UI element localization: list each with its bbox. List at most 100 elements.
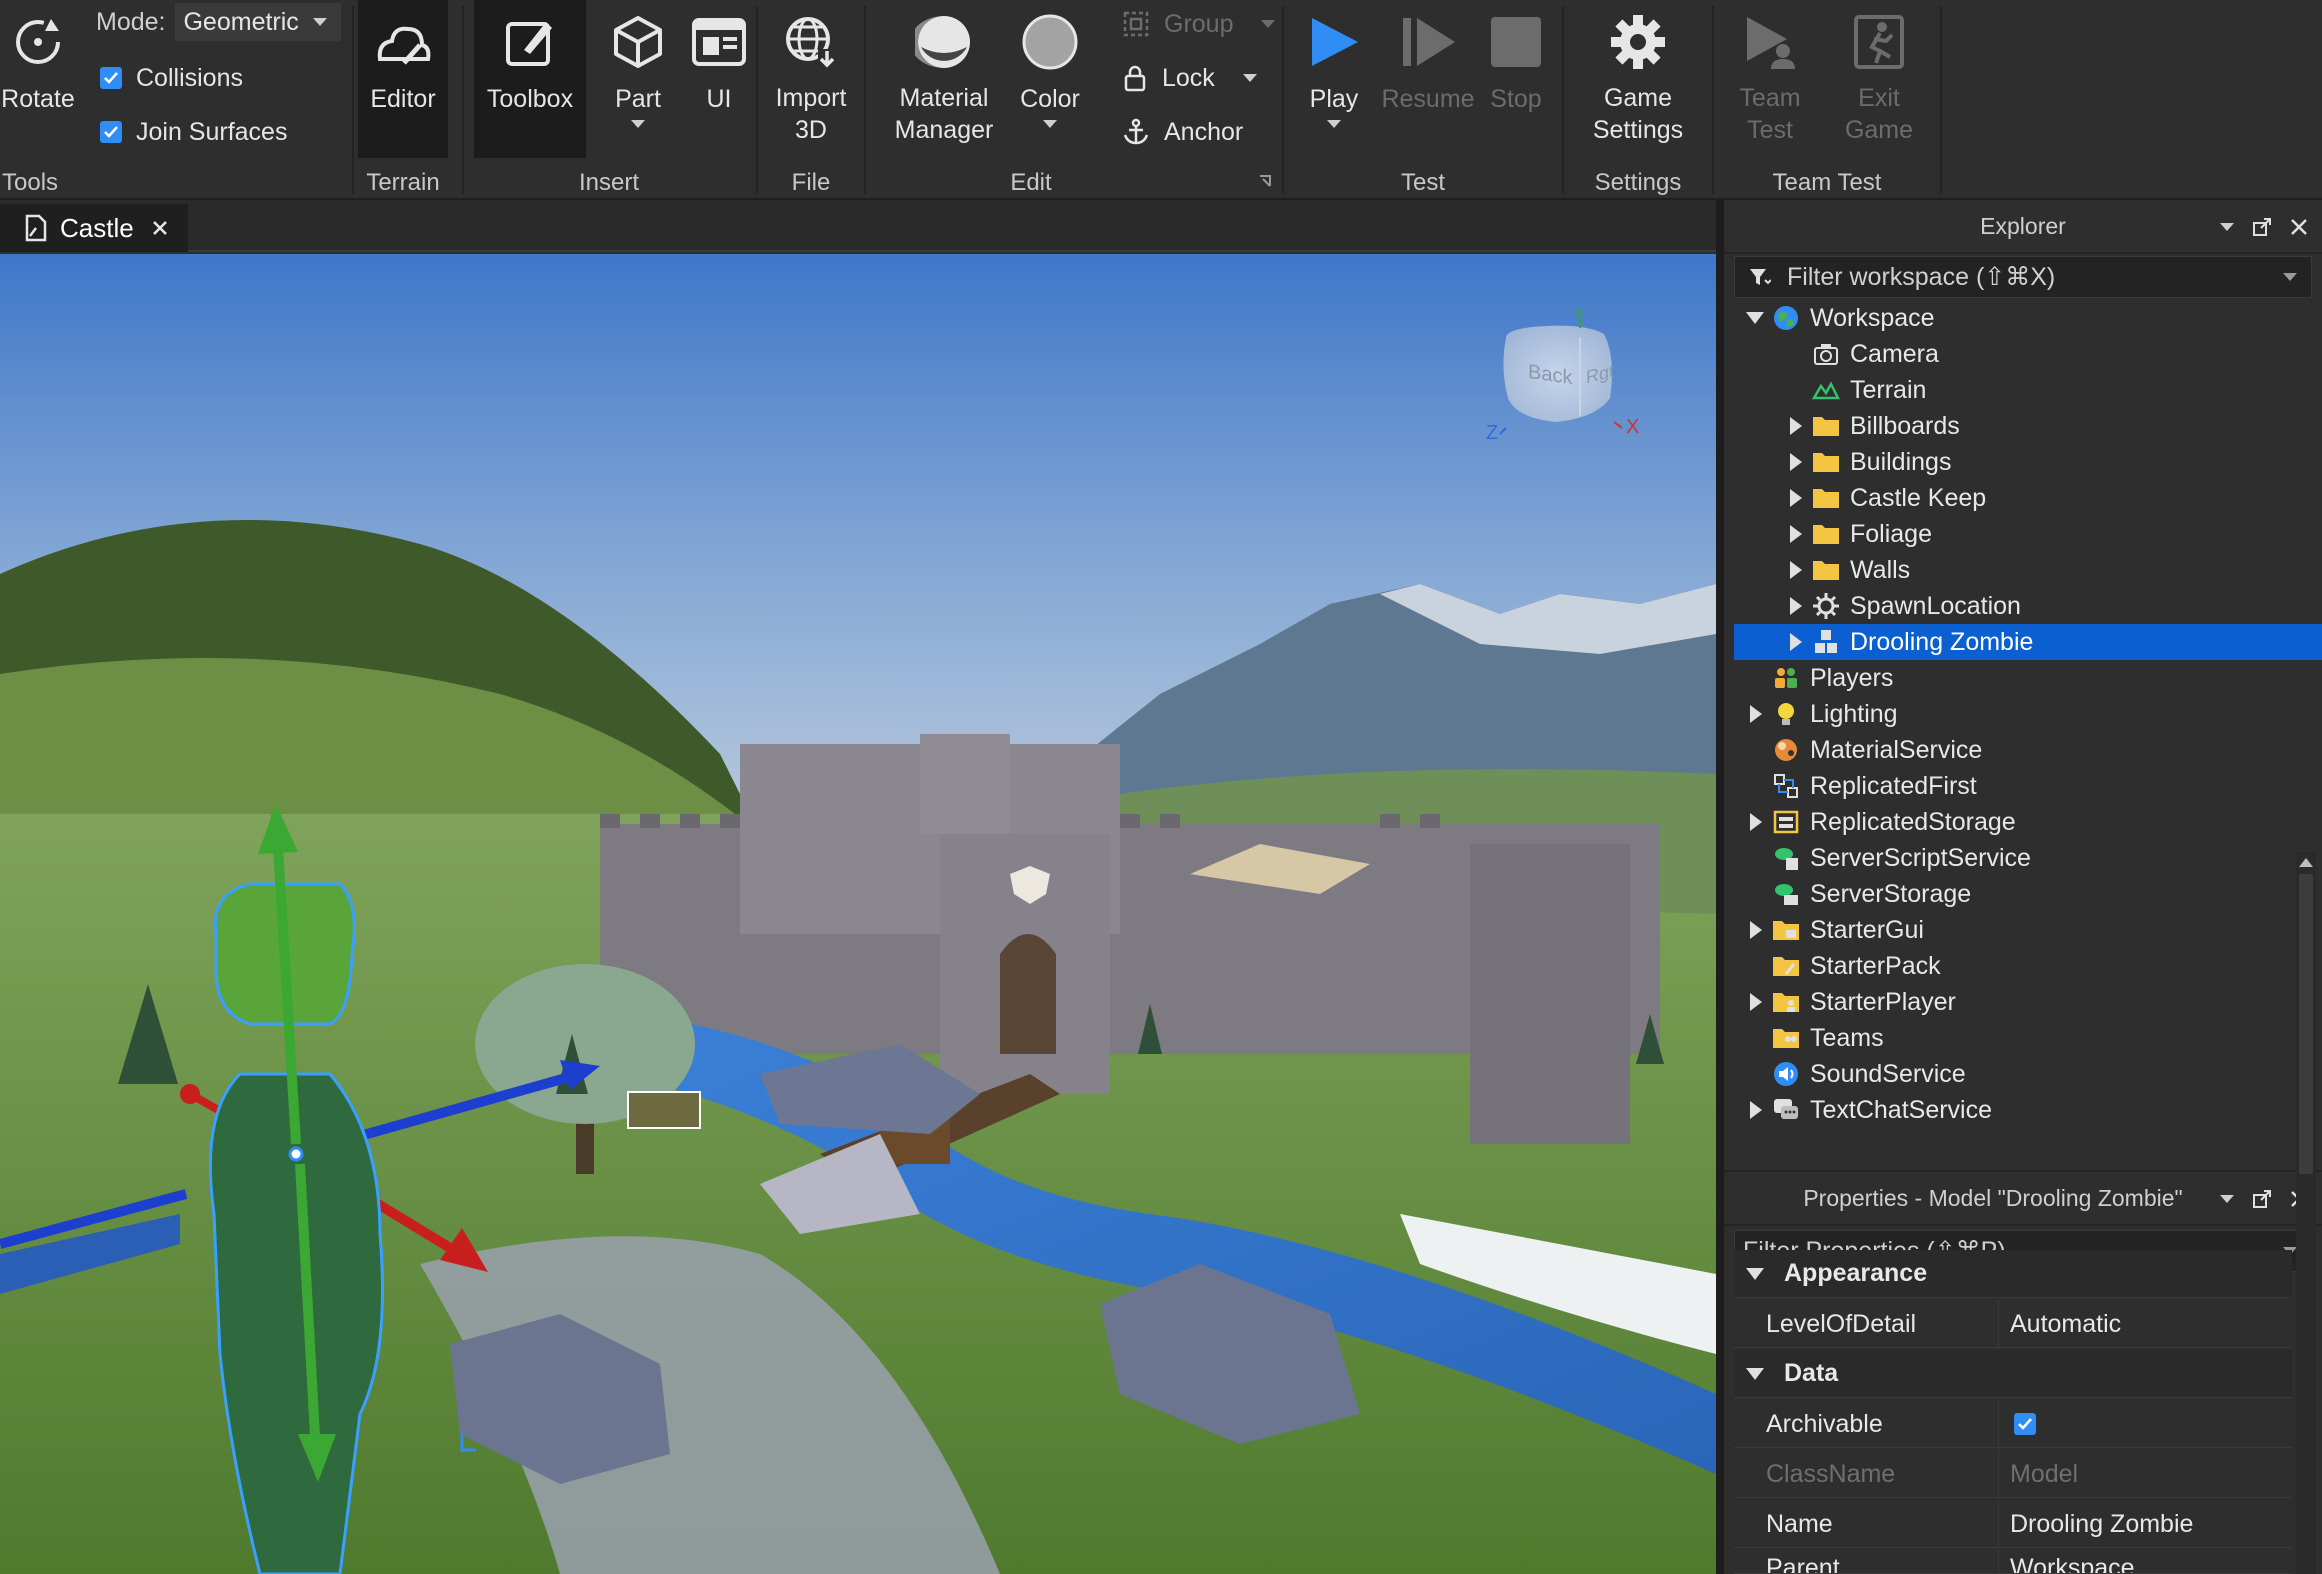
resume-button[interactable]: Resume <box>1378 0 1478 158</box>
expand-arrow-right-icon[interactable] <box>1750 705 1762 723</box>
material-manager-label: Material Manager <box>895 82 994 146</box>
tree-item-teams[interactable]: Teams <box>1734 1020 2322 1056</box>
chevron-down-icon[interactable] <box>2220 1195 2234 1203</box>
terrain-editor-button[interactable]: Editor <box>358 0 448 158</box>
group-button[interactable]: Group <box>1122 2 1276 46</box>
tree-item-replicatedfirst[interactable]: ReplicatedFirst <box>1734 768 2322 804</box>
rotate-button[interactable]: Rotate <box>0 0 76 158</box>
tree-item-serverstorage[interactable]: ServerStorage <box>1734 876 2322 912</box>
tree-item-workspace[interactable]: Workspace <box>1734 300 2322 336</box>
anchor-button[interactable]: Anchor <box>1122 110 1243 154</box>
expand-arrow-right-icon[interactable] <box>1790 489 1802 507</box>
3d-viewport[interactable]: Back Rgt Y Z X <box>0 254 1716 1574</box>
view-cube[interactable]: Back Rgt Y Z X <box>1486 306 1646 448</box>
prop-value: Model <box>2010 1460 2079 1488</box>
tree-item-label: Billboards <box>1850 411 1960 440</box>
ui-button[interactable]: UI <box>676 0 762 158</box>
tree-item-camera[interactable]: Camera <box>1734 336 2322 372</box>
close-icon[interactable] <box>2290 218 2308 236</box>
expand-arrow-right-icon[interactable] <box>1790 525 1802 543</box>
expand-arrow-right-icon[interactable] <box>1790 453 1802 471</box>
expand-arrow-right-icon[interactable] <box>1790 633 1802 651</box>
tree-item-starterplayer[interactable]: StarterPlayer <box>1734 984 2322 1020</box>
prop-row-parent[interactable]: Parent Workspace <box>1734 1550 2292 1574</box>
import-3d-label: Import 3D <box>776 82 847 146</box>
join-surfaces-toggle[interactable]: Join Surfaces <box>100 110 287 154</box>
undock-icon[interactable] <box>2252 217 2272 237</box>
tree-item-castle-keep[interactable]: Castle Keep <box>1734 480 2322 516</box>
material-manager-button[interactable]: Material Manager <box>886 0 1002 158</box>
expand-corner-icon[interactable] <box>1258 174 1272 188</box>
prop-row-name[interactable]: Name Drooling Zombie <box>1734 1500 2292 1548</box>
prop-row-archivable[interactable]: Archivable <box>1734 1400 2292 1448</box>
archivable-checkbox[interactable] <box>2014 1413 2036 1435</box>
properties-title-bar: Properties - Model "Drooling Zombie" <box>1724 1170 2322 1226</box>
prop-value[interactable]: Workspace <box>2010 1550 2135 1573</box>
toolbox-button[interactable]: Toolbox <box>474 0 586 158</box>
expand-arrow-right-icon[interactable] <box>1750 921 1762 939</box>
explorer-tree: Workspace Camera Terrain Billboards Building… <box>1734 300 2322 1124</box>
explorer-filter-input[interactable]: Filter workspace (⇧⌘X) <box>1734 256 2312 298</box>
expand-arrow-right-icon[interactable] <box>1790 561 1802 579</box>
explorer-title: Explorer <box>1980 212 2066 239</box>
stop-button[interactable]: Stop <box>1480 0 1552 158</box>
expand-arrow-down-icon[interactable] <box>1746 312 1764 324</box>
tree-item-startergui[interactable]: StarterGui <box>1734 912 2322 948</box>
tree-item-soundservice[interactable]: SoundService <box>1734 1056 2322 1092</box>
expand-arrow-right-icon[interactable] <box>1790 597 1802 615</box>
color-button[interactable]: Color <box>1010 0 1090 158</box>
play-button[interactable]: Play <box>1294 0 1374 150</box>
tree-item-label: Castle Keep <box>1850 483 1987 512</box>
billboard <box>627 1091 701 1129</box>
test-group-label: Test <box>1400 169 1445 196</box>
gizmo-x-handle[interactable] <box>180 1084 200 1104</box>
game-settings-button[interactable]: Game Settings <box>1574 0 1702 158</box>
anchor-icon <box>1122 118 1150 146</box>
tree-item-walls[interactable]: Walls <box>1734 552 2322 588</box>
properties-section-appearance[interactable]: Appearance <box>1734 1250 2292 1298</box>
replicated-first-icon <box>1772 772 1800 800</box>
prop-row-level-of-detail[interactable]: LevelOfDetail Automatic <box>1734 1300 2292 1348</box>
exit-game-button[interactable]: Exit Game <box>1826 0 1932 158</box>
close-icon[interactable] <box>152 220 168 236</box>
prop-value[interactable]: Drooling Zombie <box>2010 1500 2193 1548</box>
properties-section-data[interactable]: Data <box>1734 1350 2292 1398</box>
tree-item-textchatservice[interactable]: TextChatService <box>1734 1092 2322 1128</box>
scroll-up-icon[interactable] <box>2299 858 2313 867</box>
expand-arrow-right-icon[interactable] <box>1750 993 1762 1011</box>
tree-item-spawnlocation[interactable]: SpawnLocation <box>1734 588 2322 624</box>
tree-item-drooling-zombie[interactable]: Drooling Zombie <box>1734 624 2322 660</box>
team-test-button[interactable]: Team Test <box>1714 0 1826 158</box>
prop-divider <box>1998 1300 1999 1348</box>
lock-button[interactable]: Lock <box>1122 56 1257 100</box>
chevron-down-icon[interactable] <box>2220 223 2234 231</box>
expand-arrow-right-icon[interactable] <box>1750 813 1762 831</box>
collisions-toggle[interactable]: Collisions <box>100 56 243 100</box>
tree-item-serverscriptservice[interactable]: ServerScriptService <box>1734 840 2322 876</box>
tree-item-billboards[interactable]: Billboards <box>1734 408 2322 444</box>
undock-icon[interactable] <box>2252 1189 2272 1209</box>
mode-dropdown[interactable]: Geometric <box>175 3 341 41</box>
stop-label: Stop <box>1490 85 1542 113</box>
part-button[interactable]: Part <box>588 0 688 150</box>
tree-item-label: StarterGui <box>1810 915 1924 944</box>
tab-castle[interactable]: Castle <box>0 204 188 252</box>
tree-item-starterpack[interactable]: StarterPack <box>1734 948 2322 984</box>
tree-item-lighting[interactable]: Lighting <box>1734 696 2322 732</box>
properties-scrollbar[interactable] <box>2296 852 2316 1574</box>
prop-value[interactable]: Automatic <box>2010 1300 2121 1348</box>
scrollbar-thumb[interactable] <box>2299 874 2313 1174</box>
material-service-icon <box>1772 736 1800 764</box>
expand-arrow-right-icon[interactable] <box>1750 1101 1762 1119</box>
tree-item-materialservice[interactable]: MaterialService <box>1734 732 2322 768</box>
tree-item-players[interactable]: Players <box>1734 660 2322 696</box>
tree-item-buildings[interactable]: Buildings <box>1734 444 2322 480</box>
tree-item-foliage[interactable]: Foliage <box>1734 516 2322 552</box>
prop-name: ClassName <box>1766 1460 1896 1488</box>
gizmo-pivot[interactable] <box>288 1146 304 1162</box>
tree-item-replicatedstorage[interactable]: ReplicatedStorage <box>1734 804 2322 840</box>
expand-arrow-right-icon[interactable] <box>1790 417 1802 435</box>
tree-item-terrain[interactable]: Terrain <box>1734 372 2322 408</box>
chevron-down-icon[interactable] <box>2283 273 2297 281</box>
import-3d-button[interactable]: Import 3D <box>758 0 864 158</box>
